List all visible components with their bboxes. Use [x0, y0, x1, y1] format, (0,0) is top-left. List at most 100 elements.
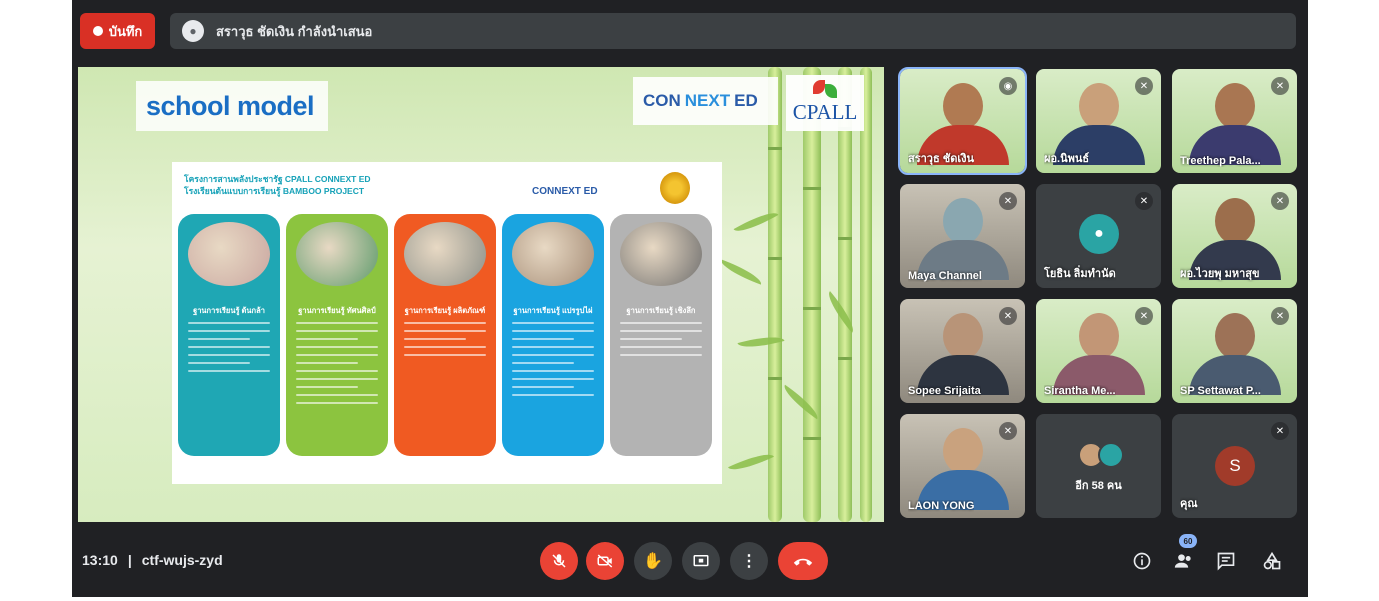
participant-name: ผอ.นิพนธ์: [1044, 153, 1090, 165]
mic-muted-icon: ✕: [999, 307, 1017, 325]
pillar-text-line: [188, 353, 270, 356]
pillar-text-line: [296, 329, 378, 332]
participant-video: [1188, 313, 1281, 395]
meeting-details-button[interactable]: [1129, 548, 1155, 574]
participant-name: คุณ: [1180, 498, 1198, 510]
pillar-text-line: [512, 353, 594, 356]
avatar: [1098, 442, 1124, 468]
activities-button[interactable]: [1259, 548, 1285, 574]
participant-tile[interactable]: ✕ LAON YONG: [900, 414, 1025, 518]
participants-count-badge: 60: [1179, 534, 1197, 548]
camera-off-icon: [597, 554, 613, 568]
participant-name: LAON YONG: [908, 500, 975, 512]
record-button[interactable]: บันทึก: [80, 13, 155, 49]
present-screen-icon: [693, 555, 709, 567]
record-dot-icon: [92, 26, 103, 36]
pillar-text-line: [296, 401, 378, 404]
mic-muted-icon: ✕: [999, 422, 1017, 440]
chat-button[interactable]: [1213, 548, 1239, 574]
mic-muted-icon: ✕: [999, 192, 1017, 210]
participant-video: [1188, 83, 1281, 165]
participant-tile[interactable]: ✕ ผอ.ไวยพุ มหาสุข: [1172, 184, 1297, 288]
pillar-text-line: [620, 345, 702, 348]
participant-tile[interactable]: ✕ Sirantha Me...: [1036, 299, 1161, 403]
people-icon: [1174, 554, 1191, 568]
camera-toggle-button[interactable]: [586, 542, 624, 580]
people-button[interactable]: [1171, 548, 1197, 574]
mic-muted-icon: ✕: [1135, 77, 1153, 95]
participant-tile[interactable]: ✕ Maya Channel: [900, 184, 1025, 288]
presenter-text: สราวุธ ชัดเงิน กำลังนำเสนอ: [216, 23, 373, 39]
participant-video: [916, 313, 1009, 395]
learning-pillar: ฐานการเรียนรู้ ผลิตภัณฑ์: [394, 214, 496, 456]
pillar-text-line: [512, 385, 574, 388]
meeting-code[interactable]: ctf-wujs-zyd: [142, 552, 223, 568]
pillar-text-line: [512, 329, 594, 332]
bamboo-stalk: [803, 67, 821, 522]
participant-video: [1052, 313, 1145, 395]
learning-pillar: ฐานการเรียนรู้ ทัศนศิลป์: [286, 214, 388, 456]
participant-tile[interactable]: ✕ Sopee Srijaita: [900, 299, 1025, 403]
participant-name: SP Settawat P...: [1180, 385, 1261, 397]
speaking-indicator-icon: ◉: [999, 77, 1017, 95]
pillar-text-line: [296, 321, 378, 324]
pillar-text-line: [296, 353, 378, 356]
user-avatar-icon: ●: [1079, 214, 1119, 254]
pillar-text-line: [188, 345, 270, 348]
chat-icon: [1217, 552, 1235, 571]
participant-tile[interactable]: ✕ Treethep Pala...: [1172, 69, 1297, 173]
mic-muted-icon: ✕: [1135, 307, 1153, 325]
participant-name: สราวุธ ชัดเงิน: [908, 153, 975, 165]
participant-tile[interactable]: ◉ สราวุธ ชัดเงิน: [898, 67, 1027, 175]
pillar-title: ฐานการเรียนรู้ ทัศนศิลป์: [298, 306, 376, 315]
pillar-text-line: [404, 321, 486, 324]
pillar-text-line: [296, 369, 378, 372]
present-now-button[interactable]: [682, 542, 720, 580]
pillar-text-line: [296, 337, 358, 340]
participant-tile[interactable]: อีก 58 คน: [1036, 414, 1161, 518]
mic-muted-icon: ✕: [1271, 422, 1289, 440]
leave-call-button[interactable]: [778, 542, 828, 580]
participant-tile[interactable]: ● ✕ โยธิน ลิ่มทำนัด: [1036, 184, 1161, 288]
record-label: บันทึก: [108, 23, 143, 39]
participant-name: อีก 58 คน: [1075, 480, 1122, 492]
participant-tile[interactable]: ✕ SP Settawat P...: [1172, 299, 1297, 403]
participant-tile[interactable]: S ✕ คุณ: [1172, 414, 1297, 518]
participant-video: [916, 428, 1009, 510]
raise-hand-icon: ✋: [643, 553, 663, 570]
cpall-mark-icon: [811, 80, 839, 98]
pillar-photo: [512, 222, 594, 286]
end-call-icon: [793, 558, 813, 566]
pillar-text-line: [620, 321, 702, 324]
mic-muted-icon: ✕: [1271, 192, 1289, 210]
pillar-photo: [620, 222, 702, 286]
pillar-text-line: [188, 361, 250, 364]
bamboo-leaf: [717, 259, 765, 285]
presenter-bar[interactable]: ● สราวุธ ชัดเงิน กำลังนำเสนอ: [170, 13, 1296, 49]
learning-pillar: ฐานการเรียนรู้ เชิงลึก: [610, 214, 712, 456]
mic-muted-icon: ✕: [1271, 307, 1289, 325]
pillar-text-line: [512, 377, 594, 380]
separator: |: [127, 552, 132, 568]
pillar-text-line: [512, 369, 594, 372]
more-vert-icon: ⋮: [741, 553, 757, 570]
more-options-button[interactable]: ⋮: [730, 542, 768, 580]
school-seal-icon: [660, 172, 690, 204]
pillar-title: ฐานการเรียนรู้ ต้นกล้า: [193, 306, 265, 315]
raise-hand-button[interactable]: ✋: [634, 542, 672, 580]
panel-logo: CONNEXT ED: [532, 186, 598, 197]
pillar-title: ฐานการเรียนรู้ ผลิตภัณฑ์: [404, 306, 486, 315]
pillar-text-line: [188, 321, 270, 324]
participant-video: [916, 198, 1009, 280]
meeting-info: 13:10 | ctf-wujs-zyd: [82, 552, 223, 568]
participant-tile[interactable]: ✕ ผอ.นิพนธ์: [1036, 69, 1161, 173]
learning-pillar: ฐานการเรียนรู้ ต้นกล้า: [178, 214, 280, 456]
presentation-slide: school model CON NEXT ED CPALL โครงการสานพ…: [78, 67, 884, 522]
pillar-text-line: [512, 393, 594, 396]
participant-name: Treethep Pala...: [1180, 155, 1261, 167]
bamboo-stalk: [838, 67, 852, 522]
mic-toggle-button[interactable]: [540, 542, 578, 580]
pillar-text-line: [512, 345, 594, 348]
pillar-photo: [296, 222, 378, 286]
mic-muted-icon: ✕: [1271, 77, 1289, 95]
